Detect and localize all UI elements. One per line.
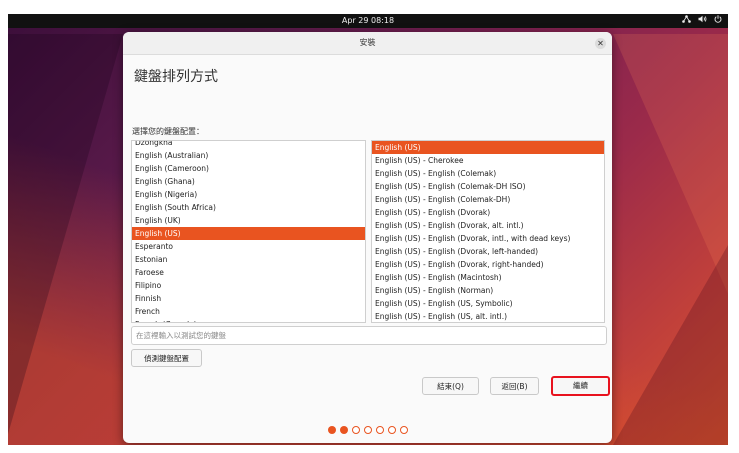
back-button[interactable]: 返回(B) (490, 377, 539, 395)
layout-list-item[interactable]: Filipino (132, 279, 365, 292)
variant-list[interactable]: English (US) English (US) - Cherokee Engli… (371, 140, 605, 323)
layout-list-item[interactable]: English (US) (132, 227, 365, 240)
layout-list-item[interactable]: French (132, 305, 365, 318)
variant-list-item[interactable]: English (US) - English (Macintosh) (372, 271, 604, 284)
layout-list-item[interactable]: Finnish (132, 292, 365, 305)
keyboard-test-input[interactable] (131, 326, 607, 345)
variant-list-item[interactable]: English (US) - English (Dvorak, intl., w… (372, 232, 604, 245)
network-icon[interactable] (682, 14, 691, 28)
layout-list-item[interactable]: English (Australian) (132, 149, 365, 162)
wallpaper-facet (613, 245, 728, 445)
progress-dot (375, 426, 384, 434)
volume-icon[interactable] (698, 14, 707, 28)
top-bar: Apr 29 08:18 (8, 14, 728, 28)
layout-list-item[interactable]: English (Ghana) (132, 175, 365, 188)
layout-list-item[interactable]: Esperanto (132, 240, 365, 253)
layout-list-item[interactable]: Dzongkha (132, 141, 365, 149)
layout-list-item[interactable]: English (Nigeria) (132, 188, 365, 201)
layout-list-item[interactable]: Faroese (132, 266, 365, 279)
progress-dot (339, 426, 348, 434)
layout-list-item[interactable]: French (Canada) (132, 318, 365, 322)
progress-dots (123, 426, 612, 434)
layout-rows: Dzongkha English (Australian) English (Cam… (132, 141, 365, 322)
variant-list-item[interactable]: English (US) - English (Dvorak) (372, 206, 604, 219)
progress-dot (327, 426, 336, 434)
dialog-title: 安裝 (359, 38, 376, 47)
progress-dot (351, 426, 360, 434)
system-tray[interactable] (682, 14, 722, 28)
variant-list-item[interactable]: English (US) - English (Dvorak, right-ha… (372, 258, 604, 271)
variant-list-item[interactable]: English (US) (372, 141, 604, 154)
layout-list[interactable]: Dzongkha English (Australian) English (Cam… (131, 140, 366, 323)
close-icon: ✕ (597, 39, 604, 48)
variant-list-item[interactable]: English (US) - English (Norman) (372, 284, 604, 297)
progress-dot (363, 426, 372, 434)
installer-dialog: 安裝 ✕ 鍵盤排列方式 選擇您的鍵盤配置： Dzongkha English (A… (123, 32, 612, 443)
close-button[interactable]: ✕ (595, 38, 606, 49)
dialog-titlebar: 安裝 ✕ (123, 32, 612, 55)
wallpaper-facet (8, 34, 123, 434)
power-icon[interactable] (714, 14, 722, 28)
variant-list-item[interactable]: English (US) - English (US, alt. intl.) (372, 310, 604, 322)
variant-list-item[interactable]: English (US) - English (Colemak-DH) (372, 193, 604, 206)
progress-dot (387, 426, 396, 434)
variant-list-item[interactable]: English (US) - English (Colemak) (372, 167, 604, 180)
layout-list-item[interactable]: English (Cameroon) (132, 162, 365, 175)
layout-list-item[interactable]: Estonian (132, 253, 365, 266)
layout-select-label: 選擇您的鍵盤配置： (132, 127, 204, 136)
variant-rows: English (US) English (US) - Cherokee Engli… (372, 141, 604, 322)
continue-button[interactable]: 繼續 (551, 376, 610, 396)
variant-list-item[interactable]: English (US) - English (Colemak-DH ISO) (372, 180, 604, 193)
variant-list-item[interactable]: English (US) - Cherokee (372, 154, 604, 167)
variant-list-item[interactable]: English (US) - English (US, Symbolic) (372, 297, 604, 310)
layout-list-item[interactable]: English (South Africa) (132, 201, 365, 214)
quit-button[interactable]: 結束(Q) (422, 377, 479, 395)
detect-layout-button[interactable]: 偵測鍵盤配置 (131, 349, 202, 367)
clock[interactable]: Apr 29 08:18 (8, 14, 728, 28)
desktop: Apr 29 08:18 安裝 ✕ 鍵盤排列方式 選擇您的鍵盤配置： Dzong… (8, 14, 728, 445)
progress-dot (399, 426, 408, 434)
variant-list-item[interactable]: English (US) - English (Dvorak, left-han… (372, 245, 604, 258)
layout-list-item[interactable]: English (UK) (132, 214, 365, 227)
page-title: 鍵盤排列方式 (134, 69, 218, 85)
variant-list-item[interactable]: English (US) - English (Dvorak, alt. int… (372, 219, 604, 232)
